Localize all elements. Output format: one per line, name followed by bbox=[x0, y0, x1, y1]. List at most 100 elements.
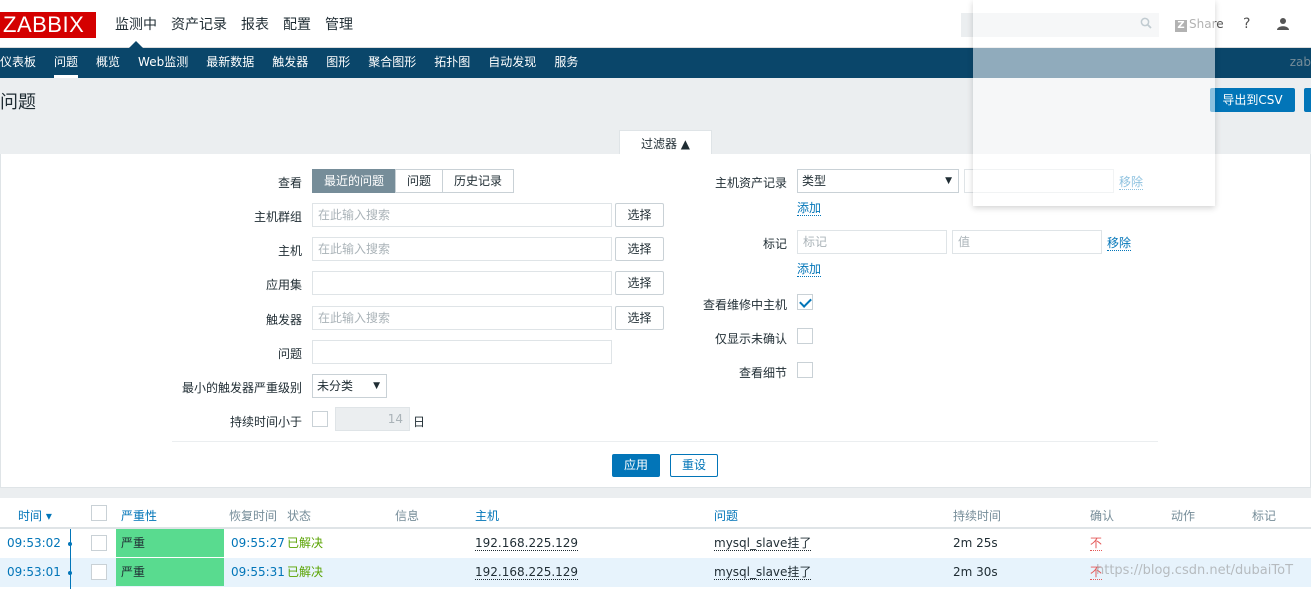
unacknowledged-label: 仅显示未确认 bbox=[714, 332, 787, 346]
menu-monitoring[interactable]: 监测中 bbox=[108, 0, 164, 48]
menu-reports[interactable]: 报表 bbox=[234, 0, 276, 48]
trigger-input[interactable]: 在此输入搜索 bbox=[312, 306, 612, 330]
application-input[interactable] bbox=[312, 271, 612, 295]
subnav-web[interactable]: Web监测 bbox=[129, 48, 197, 78]
subnav-latest-data[interactable]: 最新数据 bbox=[197, 48, 263, 78]
menu-administration[interactable]: 管理 bbox=[318, 0, 360, 48]
col-tags-header: 标记 bbox=[1252, 509, 1277, 523]
subnav-dashboard[interactable]: 仪表板 bbox=[0, 48, 45, 78]
zabbix-logo[interactable]: ZABBIX bbox=[0, 12, 96, 38]
view-history[interactable]: 历史记录 bbox=[442, 169, 514, 193]
row-problem: mysql_slave挂了 bbox=[714, 536, 812, 551]
row-checkbox[interactable] bbox=[91, 564, 107, 580]
row-recovery-time[interactable]: 09:55:31 bbox=[231, 558, 285, 587]
host-group-select-button[interactable]: 选择 bbox=[615, 203, 664, 227]
row-problem-link[interactable]: mysql_slave挂了 bbox=[714, 565, 812, 580]
menu-configuration[interactable]: 配置 bbox=[276, 0, 318, 48]
main-menu: 监测中 资产记录 报表 配置 管理 bbox=[108, 0, 360, 48]
row-problem-link[interactable]: mysql_slave挂了 bbox=[714, 536, 812, 551]
host-input[interactable]: 在此输入搜索 bbox=[312, 237, 612, 261]
view-label: 查看 bbox=[277, 176, 302, 190]
select-all-checkbox[interactable] bbox=[91, 505, 107, 521]
row-problem: mysql_slave挂了 bbox=[714, 565, 812, 580]
menu-inventory[interactable]: 资产记录 bbox=[164, 0, 234, 48]
col-severity-header[interactable]: 严重性 bbox=[121, 507, 157, 524]
row-ack-link[interactable]: 不 bbox=[1090, 536, 1103, 551]
col-time-header[interactable]: 时间 ▾ bbox=[18, 507, 52, 524]
apply-button[interactable]: 应用 bbox=[612, 454, 660, 477]
tag-value-input[interactable]: 值 bbox=[952, 230, 1102, 254]
duration-days-input[interactable]: 14 bbox=[335, 407, 410, 431]
row-host-link[interactable]: 192.168.225.129 bbox=[475, 536, 579, 551]
unacknowledged-checkbox[interactable] bbox=[797, 328, 813, 344]
user-profile-icon[interactable] bbox=[1276, 17, 1290, 31]
tag-add-link[interactable]: 添加 bbox=[797, 262, 822, 277]
help-icon[interactable]: ? bbox=[1243, 16, 1250, 32]
inventory-type-select[interactable]: 类型 ▼ bbox=[797, 169, 959, 193]
host-group-input[interactable]: 在此输入搜索 bbox=[312, 203, 612, 227]
subnav-maps[interactable]: 拓扑图 bbox=[425, 48, 479, 78]
export-csv-button[interactable]: 导出到CSV bbox=[1210, 88, 1295, 112]
duration-checkbox[interactable] bbox=[312, 411, 328, 427]
table-row[interactable]: 09:53:02 严重 09:55:27 已解决 192.168.225.129… bbox=[0, 529, 1311, 558]
subnav-user: zab bbox=[1289, 55, 1311, 69]
row-ack: 不 bbox=[1090, 536, 1103, 551]
col-actions-header: 动作 bbox=[1171, 509, 1196, 523]
view-problems[interactable]: 问题 bbox=[395, 169, 443, 193]
subnav-triggers[interactable]: 触发器 bbox=[263, 48, 317, 78]
col-ack-header: 确认 bbox=[1090, 509, 1115, 523]
duration-label: 持续时间小于 bbox=[229, 415, 302, 429]
host-group-label: 主机群组 bbox=[253, 210, 302, 224]
col-problem-header[interactable]: 问题 bbox=[714, 507, 738, 524]
subnav-screens[interactable]: 聚合图形 bbox=[359, 48, 425, 78]
host-label: 主机 bbox=[277, 244, 302, 258]
row-recovery-time[interactable]: 09:55:27 bbox=[231, 529, 285, 558]
details-checkbox[interactable] bbox=[797, 362, 813, 378]
subnav-graphs[interactable]: 图形 bbox=[317, 48, 359, 78]
filter-toggle-tab[interactable]: 过滤器 ▲ bbox=[619, 130, 712, 155]
row-status: 已解决 bbox=[287, 536, 324, 550]
duration-unit: 日 bbox=[413, 415, 426, 429]
min-severity-value: 未分类 bbox=[317, 379, 354, 393]
trigger-select-button[interactable]: 选择 bbox=[615, 306, 664, 330]
row-time[interactable]: 09:53:01 bbox=[7, 558, 61, 587]
fullscreen-button[interactable] bbox=[1304, 88, 1311, 112]
subnav-services[interactable]: 服务 bbox=[545, 48, 587, 78]
row-status: 已解决 bbox=[287, 565, 324, 579]
watermark: https://blog.csdn.net/dubaiToT bbox=[1096, 563, 1294, 578]
details-label: 查看细节 bbox=[738, 366, 787, 380]
row-host: 192.168.225.129 bbox=[475, 536, 579, 551]
filter-divider bbox=[172, 441, 1158, 442]
maintenance-checkbox[interactable] bbox=[797, 294, 813, 310]
severity-badge: 严重 bbox=[116, 529, 224, 557]
application-label: 应用集 bbox=[265, 278, 302, 292]
min-severity-select[interactable]: 未分类 ▼ bbox=[312, 374, 387, 398]
trigger-label: 触发器 bbox=[265, 313, 302, 327]
col-status-header: 状态 bbox=[287, 509, 312, 523]
search-suggestions-popup bbox=[973, 0, 1215, 206]
reset-button[interactable]: 重设 bbox=[670, 454, 718, 477]
subnav-overview[interactable]: 概览 bbox=[87, 48, 129, 78]
application-select-button[interactable]: 选择 bbox=[615, 271, 664, 295]
tag-name-input[interactable]: 标记 bbox=[797, 230, 947, 254]
tag-remove-link[interactable]: 移除 bbox=[1107, 236, 1132, 251]
problem-input[interactable] bbox=[312, 340, 612, 364]
row-host: 192.168.225.129 bbox=[475, 565, 579, 580]
col-host-header[interactable]: 主机 bbox=[475, 507, 499, 524]
subnav-discovery[interactable]: 自动发现 bbox=[479, 48, 545, 78]
page-title: 问题 bbox=[0, 92, 36, 113]
section-gap bbox=[0, 488, 1311, 498]
timeline-dot bbox=[68, 542, 72, 546]
view-recent-problems[interactable]: 最近的问题 bbox=[312, 169, 396, 193]
row-checkbox[interactable] bbox=[91, 535, 107, 551]
row-duration: 2m 25s bbox=[953, 536, 998, 550]
inventory-add-link[interactable]: 添加 bbox=[797, 201, 822, 216]
host-select-button[interactable]: 选择 bbox=[615, 237, 664, 261]
dropdown-arrow-icon: ▼ bbox=[373, 381, 380, 391]
subnav-problems[interactable]: 问题 bbox=[45, 48, 87, 78]
timeline-dot bbox=[68, 571, 72, 575]
row-host-link[interactable]: 192.168.225.129 bbox=[475, 565, 579, 580]
row-time[interactable]: 09:53:02 bbox=[7, 529, 61, 558]
maintenance-label: 查看维修中主机 bbox=[702, 298, 787, 312]
inventory-label: 主机资产记录 bbox=[714, 176, 787, 190]
